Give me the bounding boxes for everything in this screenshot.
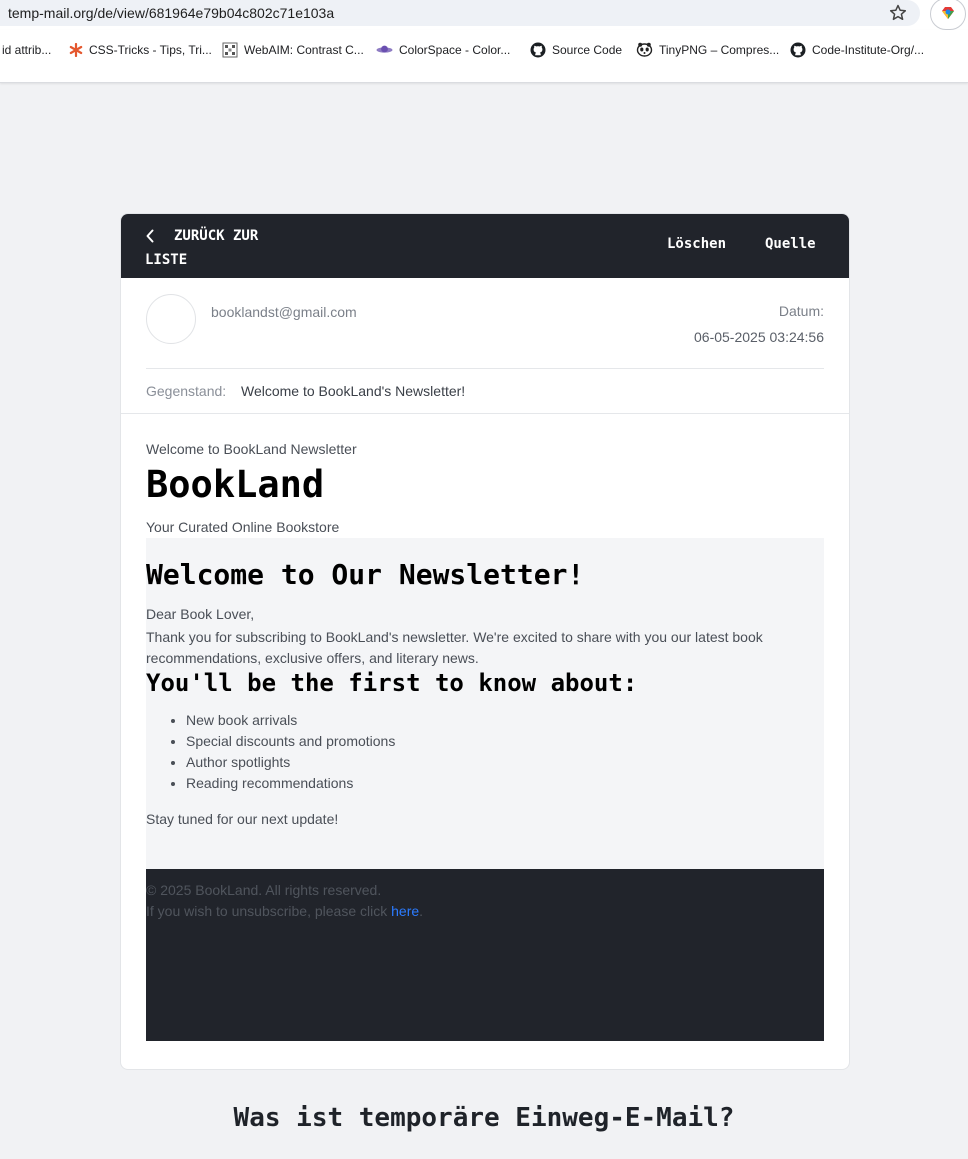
footer-copyright: © 2025 BookLand. All rights reserved. (146, 882, 382, 898)
bookmark-item-id-attrib[interactable]: id attrib... (2, 40, 51, 60)
newsletter-heading: Welcome to Our Newsletter! (146, 558, 585, 591)
url-field[interactable]: temp-mail.org/de/view/681964e79b04c802c7… (0, 0, 920, 26)
sender-avatar (146, 294, 196, 344)
bookmark-label: ColorSpace - Color... (399, 43, 511, 57)
footer-unsubscribe: If you wish to unsubscribe, please click… (146, 903, 423, 919)
email-toolbar: ZURÜCK ZUR LISTE Löschen Quelle (121, 214, 849, 278)
webaim-icon (222, 42, 238, 58)
list-item: New book arrivals (186, 710, 395, 731)
bookmark-label: CSS-Tricks - Tips, Tri... (89, 43, 212, 57)
bookmark-label: Code-Institute-Org/... (812, 43, 925, 57)
back-to-list-label: ZURÜCK ZUR LISTE (145, 228, 259, 268)
newsletter-content: Welcome to Our Newsletter! Dear Book Lov… (146, 538, 824, 869)
date-value: 06-05-2025 03:24:56 (694, 329, 824, 345)
github-icon (790, 42, 806, 58)
newsletter-greeting: Dear Book Lover, (146, 606, 255, 622)
bookmark-item-tinypng[interactable]: TinyPNG – Compres... (636, 40, 779, 60)
tinypng-icon (636, 42, 653, 57)
chevron-left-icon (146, 229, 154, 243)
newsletter-list: New book arrivals Special discounts and … (146, 710, 395, 794)
newsletter-footer: © 2025 BookLand. All rights reserved. If… (146, 869, 824, 1041)
bookmark-item-source-code[interactable]: Source Code (530, 40, 622, 60)
delete-button[interactable]: Löschen (667, 236, 726, 252)
newsletter-subheading: You'll be the first to know about: (146, 669, 638, 697)
bookmark-label: WebAIM: Contrast C... (244, 43, 364, 57)
bookmark-item-css-tricks[interactable]: CSS-Tricks - Tips, Tri... (69, 40, 212, 60)
newsletter-paragraph: Thank you for subscribing to BookLand's … (146, 629, 763, 666)
unsubscribe-link[interactable]: here (391, 903, 419, 919)
colorspace-icon (376, 45, 393, 53)
unsubscribe-end: . (419, 903, 424, 919)
unsubscribe-text: If you wish to unsubscribe, please click (146, 903, 392, 919)
newsletter-closing: Stay tuned for our next update! (146, 811, 339, 827)
newsletter-brand: BookLand (146, 463, 325, 506)
email-view-card: ZURÜCK ZUR LISTE Löschen Quelle bookland… (120, 213, 850, 1070)
back-to-list-button[interactable]: ZURÜCK ZUR LISTE (145, 224, 295, 272)
bookmark-item-colorspace[interactable]: ColorSpace - Color... (376, 40, 510, 60)
browser-address-bar: temp-mail.org/de/view/681964e79b04c802c7… (0, 0, 968, 30)
subject-label: Gegenstand: (146, 383, 227, 399)
bookmark-star-icon[interactable] (888, 3, 908, 23)
section-title: Was ist temporäre Einweg-E-Mail? (233, 1103, 735, 1133)
newsletter-tagline: Your Curated Online Bookstore (146, 519, 340, 535)
date-label: Datum: (778, 303, 824, 319)
sender-address: booklandst@gmail.com (211, 304, 357, 320)
bookmark-label: id attrib... (2, 43, 52, 57)
extension-icon[interactable] (930, 0, 966, 30)
source-button[interactable]: Quelle (765, 236, 816, 252)
url-text[interactable]: temp-mail.org/de/view/681964e79b04c802c7… (8, 5, 334, 21)
bookmarks-bar: id attrib... CSS-Tricks - Tips, Tri... W… (0, 30, 968, 83)
bookmark-item-webaim[interactable]: WebAIM: Contrast C... (222, 40, 364, 60)
list-item: Special discounts and promotions (186, 731, 395, 752)
bookmark-item-code-institute[interactable]: Code-Institute-Org/... (790, 40, 924, 60)
github-icon (530, 42, 546, 58)
css-tricks-icon (69, 43, 83, 57)
bookmark-label: Source Code (552, 43, 623, 57)
divider (121, 413, 849, 414)
subject-value: Welcome to BookLand's Newsletter! (241, 383, 466, 399)
newsletter-preheader: Welcome to BookLand Newsletter (146, 441, 357, 457)
bookmark-label: TinyPNG – Compres... (659, 43, 780, 57)
list-item: Author spotlights (186, 752, 395, 773)
list-item: Reading recommendations (186, 773, 395, 794)
divider (146, 368, 824, 369)
